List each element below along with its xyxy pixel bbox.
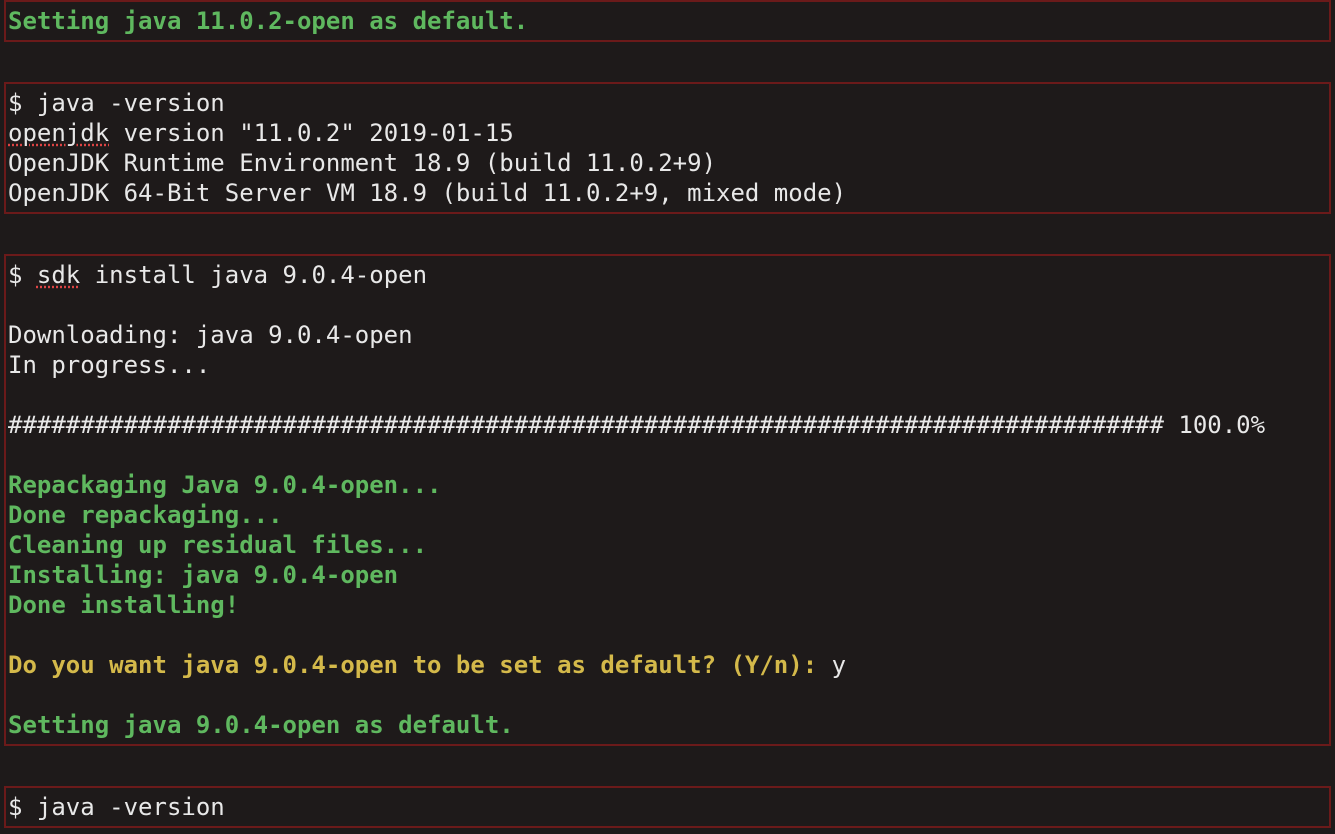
repackaging-line: Repackaging Java 9.0.4-open... bbox=[8, 470, 1327, 500]
terminal-block-3: $ sdk install java 9.0.4-open Downloadin… bbox=[4, 254, 1331, 746]
blank-line bbox=[8, 620, 1327, 650]
setting-default-line: Setting java 9.0.4-open as default. bbox=[8, 710, 1327, 740]
terminal-block-2: $ java -version openjdk version "11.0.2"… bbox=[4, 82, 1331, 214]
command-rest: install java 9.0.4-open bbox=[80, 261, 427, 289]
downloading-line: Downloading: java 9.0.4-open bbox=[8, 320, 1327, 350]
openjdk-version-line: openjdk version "11.0.2" 2019-01-15 bbox=[8, 118, 1327, 148]
in-progress-line: In progress... bbox=[8, 350, 1327, 380]
runtime-line: OpenJDK Runtime Environment 18.9 (build … bbox=[8, 148, 1327, 178]
progress-bar-line: ########################################… bbox=[8, 410, 1327, 440]
prompt: $ bbox=[8, 261, 37, 289]
terminal-block-1: Setting java 11.0.2-open as default. bbox=[4, 0, 1331, 42]
installing-line: Installing: java 9.0.4-open bbox=[8, 560, 1327, 590]
terminal-block-4: $ java -version bbox=[4, 786, 1331, 828]
command-line: $ java -version bbox=[8, 792, 1327, 822]
cleaning-line: Cleaning up residual files... bbox=[8, 530, 1327, 560]
blank-line bbox=[8, 380, 1327, 410]
openjdk-word: openjdk bbox=[8, 119, 109, 147]
done-installing-line: Done installing! bbox=[8, 590, 1327, 620]
blank-line bbox=[8, 440, 1327, 470]
answer-text: y bbox=[832, 651, 846, 679]
default-prompt-line: Do you want java 9.0.4-open to be set as… bbox=[8, 650, 1327, 680]
vm-line: OpenJDK 64-Bit Server VM 18.9 (build 11.… bbox=[8, 178, 1327, 208]
command-line: $ java -version bbox=[8, 88, 1327, 118]
default-prompt-text: Do you want java 9.0.4-open to be set as… bbox=[8, 651, 832, 679]
sdk-word: sdk bbox=[37, 261, 80, 289]
openjdk-rest: version "11.0.2" 2019-01-15 bbox=[109, 119, 514, 147]
blank-line bbox=[8, 680, 1327, 710]
command-text: java -version bbox=[37, 793, 225, 821]
prompt: $ bbox=[8, 793, 37, 821]
command-line: $ sdk install java 9.0.4-open bbox=[8, 260, 1327, 290]
blank-line bbox=[8, 290, 1327, 320]
done-repackaging-line: Done repackaging... bbox=[8, 500, 1327, 530]
prompt: $ bbox=[8, 89, 37, 117]
command-text: java -version bbox=[37, 89, 225, 117]
setting-default-line: Setting java 11.0.2-open as default. bbox=[8, 6, 1327, 36]
